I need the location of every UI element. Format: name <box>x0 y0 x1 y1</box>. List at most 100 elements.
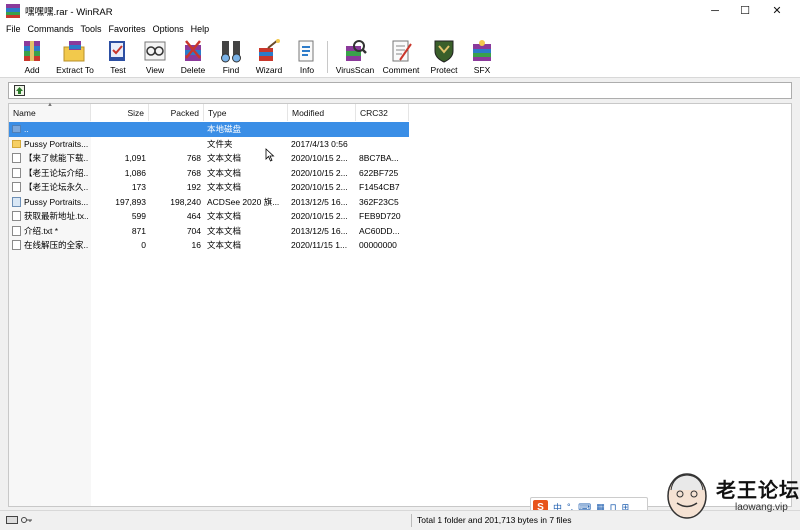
arrow-up-icon <box>16 87 23 94</box>
file-packed: 704 <box>186 225 201 236</box>
extract-to-button[interactable]: Extract To <box>54 38 96 76</box>
protect-label: Protect <box>430 65 458 75</box>
comment-label: Comment <box>382 65 420 75</box>
file-size: 871 <box>131 225 146 236</box>
add-archive-icon <box>24 41 40 61</box>
menu-favorites[interactable]: Favorites <box>109 24 146 34</box>
file-name: 【老王论坛介绍... <box>24 167 88 178</box>
title-bar[interactable]: 嘿嘿嘿.rar - WinRAR ─ ☐ ✕ <box>0 0 800 21</box>
file-name-cell: .. <box>9 124 91 134</box>
file-modified: 2020/11/15 1... <box>291 240 348 251</box>
view-label: View <box>145 65 165 75</box>
column-type[interactable]: Type <box>204 104 288 121</box>
maximize-button[interactable]: ☐ <box>730 0 760 21</box>
comment-icon <box>392 40 412 62</box>
column-header: ▲ Name Size Packed Type Modified CRC32 <box>9 102 409 121</box>
file-type: 文件夹 <box>207 138 233 149</box>
info-label: Info <box>299 65 315 75</box>
file-size: 0 <box>141 240 146 251</box>
file-row[interactable]: Pussy Portraits... 文件夹 2017/4/13 0:56 <box>9 137 409 152</box>
file-modified: 2013/12/5 16... <box>291 196 348 207</box>
address-bar[interactable] <box>8 82 792 99</box>
text-file-icon <box>12 153 21 164</box>
file-row[interactable]: 获取最新地址.tx... 599 464 文本文档 2020/10/15 2... FEB… <box>9 209 409 224</box>
file-name: .. <box>24 124 29 135</box>
column-size[interactable]: Size <box>91 104 149 121</box>
menu-commands[interactable]: Commands <box>28 24 74 34</box>
test-button[interactable]: Test <box>104 38 132 76</box>
file-row[interactable]: 【老王论坛永久... 173 192 文本文档 2020/10/15 2... F1454… <box>9 180 409 195</box>
menu-tools[interactable]: Tools <box>81 24 102 34</box>
file-row[interactable]: 介绍.txt * 871 704 文本文档 2013/12/5 16... AC60DD.… <box>9 224 409 239</box>
menu-options[interactable]: Options <box>153 24 184 34</box>
file-row[interactable]: 在线解压的全家... 0 16 文本文档 2020/11/15 1... 00000000 <box>9 238 409 253</box>
file-row[interactable]: Pussy Portraits... 197,893 198,240 ACDSee 2… <box>9 195 409 210</box>
file-row[interactable]: 【来了就能下载... 1,091 768 文本文档 2020/10/15 2... 8BC… <box>9 151 409 166</box>
delete-button[interactable]: Delete <box>179 38 207 76</box>
parent-folder-icon <box>12 125 21 134</box>
file-row[interactable]: 【老王论坛介绍... 1,086 768 文本文档 2020/10/15 2... 622… <box>9 166 409 181</box>
add-label: Add <box>24 65 40 75</box>
file-packed: 464 <box>186 211 201 222</box>
file-name: 【老王论坛永久... <box>24 182 88 193</box>
status-icons <box>6 515 34 525</box>
menu-help[interactable]: Help <box>191 24 210 34</box>
file-name-cell: 【来了就能下载... <box>9 152 91 164</box>
comment-button[interactable]: Comment <box>381 38 421 76</box>
file-modified: 2017/4/13 0:56 <box>291 138 348 149</box>
column-crc32[interactable]: CRC32 <box>356 104 409 121</box>
file-name-cell: 【老王论坛介绍... <box>9 167 91 179</box>
winrar-app-icon <box>6 3 20 18</box>
file-name: 在线解压的全家... <box>24 240 88 251</box>
up-one-level-button[interactable] <box>14 85 25 96</box>
column-name[interactable]: ▲ Name <box>9 102 91 121</box>
file-name-cell: 【老王论坛永久... <box>9 181 91 193</box>
file-name: 介绍.txt * <box>24 225 59 236</box>
protect-button[interactable]: Protect <box>428 38 460 76</box>
minimize-button[interactable]: ─ <box>700 0 730 21</box>
text-file-icon <box>12 211 21 222</box>
file-size: 173 <box>131 182 146 193</box>
file-size: 197,893 <box>115 196 146 207</box>
file-crc32: 622BF725 <box>359 167 399 178</box>
file-row[interactable]: .. 本地磁盘 <box>9 122 409 137</box>
virus-scan-button[interactable]: VirusScan <box>335 38 375 76</box>
file-packed: 768 <box>186 167 201 178</box>
find-icon <box>221 41 241 63</box>
file-type: 本地磁盘 <box>207 124 242 135</box>
file-type: ACDSee 2020 旗... <box>207 196 280 207</box>
file-crc32: 362F23C5 <box>359 196 399 207</box>
sfx-button[interactable]: SFX <box>468 38 496 76</box>
find-button[interactable]: Find <box>217 38 245 76</box>
view-icon <box>144 41 166 61</box>
watermark-title: 老王论坛 <box>716 478 800 502</box>
file-modified: 2020/10/15 2... <box>291 211 348 222</box>
column-modified[interactable]: Modified <box>288 104 356 121</box>
file-name-cell: 获取最新地址.tx... <box>9 210 91 222</box>
file-rows: .. 本地磁盘 Pussy Portraits... 文件夹 2017/4/13 0:5… <box>9 122 409 253</box>
info-button[interactable]: Info <box>294 38 320 76</box>
add-button[interactable]: Add <box>17 38 47 76</box>
toolbar-separator <box>327 41 328 73</box>
column-packed[interactable]: Packed <box>149 104 204 121</box>
file-type: 文本文档 <box>207 167 242 178</box>
menu-file[interactable]: File <box>6 24 21 34</box>
wizard-button[interactable]: Wizard <box>253 38 285 76</box>
view-button[interactable]: View <box>141 38 169 76</box>
wizard-icon <box>259 39 280 61</box>
protect-icon <box>434 40 454 63</box>
image-file-icon <box>12 196 21 207</box>
file-name: 【来了就能下载... <box>24 153 88 164</box>
file-list[interactable]: ▲ Name Size Packed Type Modified CRC32 .… <box>8 102 792 507</box>
file-name-cell: Pussy Portraits... <box>9 139 91 149</box>
file-packed: 768 <box>186 153 201 164</box>
old-man-avatar-icon <box>667 473 707 519</box>
find-label: Find <box>222 65 240 75</box>
file-type: 文本文档 <box>207 182 242 193</box>
file-type: 文本文档 <box>207 153 242 164</box>
status-separator <box>411 514 412 527</box>
close-button[interactable]: ✕ <box>762 0 792 21</box>
file-type: 文本文档 <box>207 240 242 251</box>
info-icon <box>298 40 314 62</box>
column-name-label: Name <box>13 107 36 118</box>
